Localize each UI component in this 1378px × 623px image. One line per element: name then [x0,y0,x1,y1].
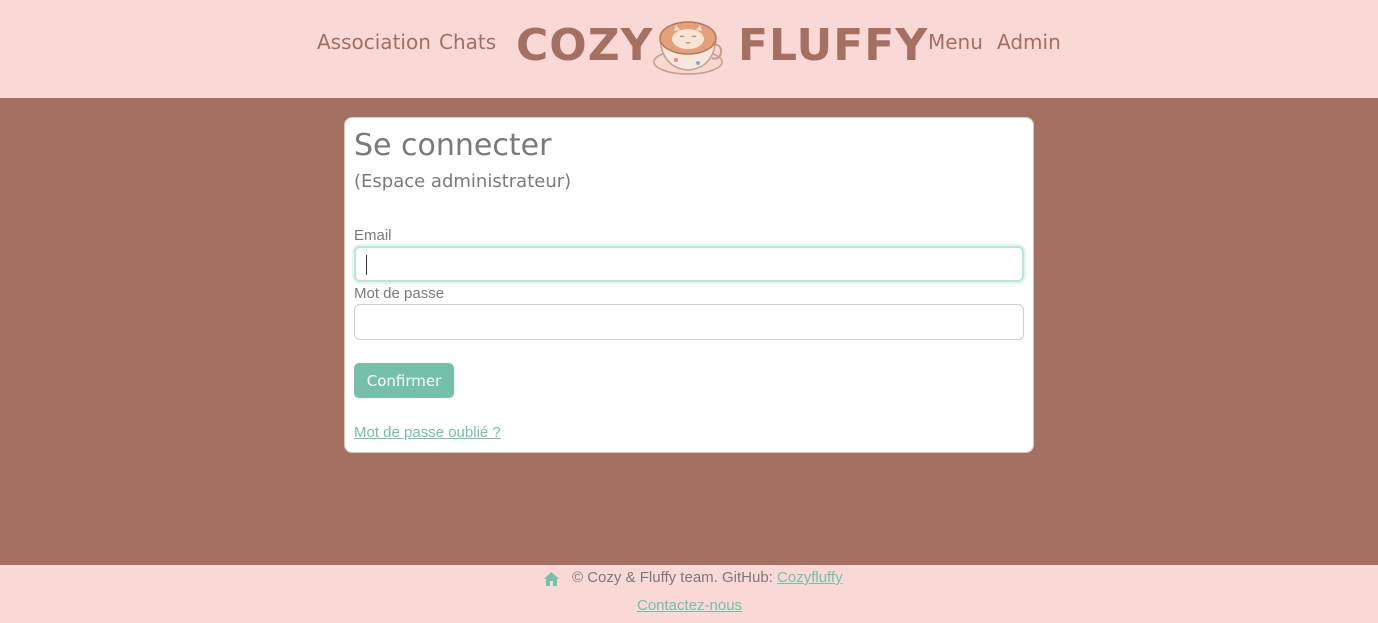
contact-link[interactable]: Contactez-nous [637,597,742,614]
nav-chats[interactable]: Chats [439,30,496,54]
forgot-password-link[interactable]: Mot de passe oublié ? [354,424,501,441]
nav-menu[interactable]: Menu [928,30,983,54]
copyright-label: © Cozy & Fluffy team. GitHub: [572,569,778,586]
brand-fluffy[interactable]: FLUFFY [738,20,928,71]
page-subtitle: (Espace administrateur) [354,171,572,192]
latte-cup-icon[interactable] [652,16,724,76]
login-card: Se connecter (Espace administrateur) Ema… [344,117,1034,453]
brand-cozy[interactable]: COZY [516,20,653,71]
password-label: Mot de passe [354,285,445,302]
nav-admin[interactable]: Admin [997,30,1061,54]
email-field[interactable] [354,246,1024,282]
page-title: Se connecter [354,128,552,163]
home-icon[interactable] [543,571,560,587]
site-footer: © Cozy & Fluffy team. GitHub: Cozyfluffy… [0,565,1378,623]
confirm-button[interactable]: Confirmer [354,363,454,398]
text-cursor [366,255,367,275]
site-header: Association Chats COZY FLUFFY Menu Admin [0,0,1378,98]
copyright-text: © Cozy & Fluffy team. GitHub: Cozyfluffy [572,569,843,586]
github-link[interactable]: Cozyfluffy [777,569,843,586]
nav-association[interactable]: Association [317,30,431,54]
password-field[interactable] [354,304,1024,340]
email-label: Email [354,227,392,244]
